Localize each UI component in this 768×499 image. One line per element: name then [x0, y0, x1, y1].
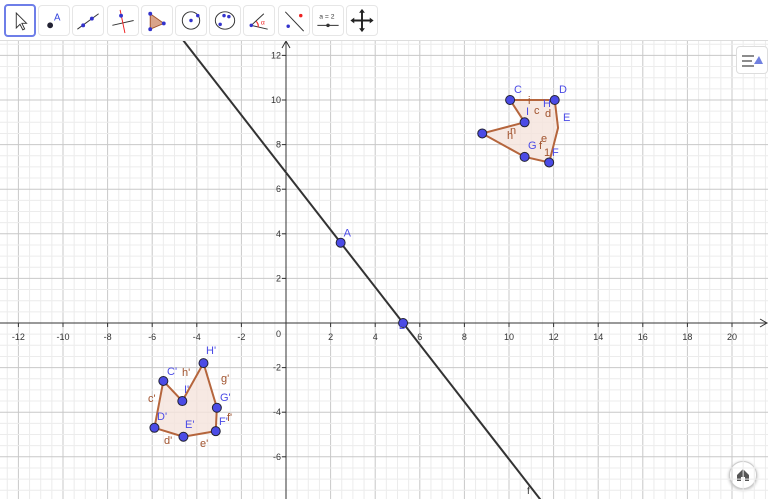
x-tick-label: 20 — [727, 332, 737, 342]
polygon-vertex-label: E — [563, 112, 570, 124]
image-polygon-edge-label: e' — [200, 438, 208, 450]
tool-reflect-line[interactable] — [277, 5, 310, 36]
vertex-point — [544, 157, 555, 168]
x-tick-label: -10 — [56, 332, 69, 342]
tool-circle-center[interactable] — [175, 5, 207, 36]
toolbar: Aα a = 2 — [0, 0, 768, 41]
x-tick-label: 16 — [638, 332, 648, 342]
point-label-A: A — [344, 228, 352, 240]
polygon-edge-label: 1 — [544, 147, 550, 159]
svg-text:A: A — [54, 13, 61, 24]
image-polygon-edge-label: h' — [182, 367, 190, 379]
x-tick-label: -4 — [193, 332, 201, 342]
point-icon: A — [47, 13, 61, 29]
polygon-edge-label: n — [510, 125, 516, 137]
svg-text:α: α — [261, 19, 265, 26]
vertex-point — [519, 151, 530, 162]
x-tick-label: -6 — [148, 332, 156, 342]
line-f-label: f — [527, 486, 530, 497]
image-polygon-vertex-label: I' — [184, 384, 189, 396]
x-tick-label: 8 — [462, 332, 467, 342]
x-tick-label: 10 — [504, 332, 514, 342]
polygon-vertex-label: C — [514, 84, 522, 96]
origin-label: 0 — [276, 329, 281, 339]
line-icon — [77, 13, 100, 30]
image-polygon-vertex-label: D' — [157, 411, 167, 423]
polygon-edge-label: c — [534, 105, 540, 117]
x-tick-label: 4 — [373, 332, 378, 342]
circle-center-icon — [181, 11, 201, 30]
image-polygon-vertex-label: F' — [219, 416, 228, 428]
x-tick-label: 2 — [328, 332, 333, 342]
reflect-line-icon — [284, 11, 304, 32]
vertex-point — [177, 396, 188, 407]
x-tick-label: 14 — [593, 332, 603, 342]
vertex-point — [211, 402, 222, 413]
y-tick-label: 12 — [271, 50, 281, 60]
y-tick-label: -4 — [273, 407, 281, 417]
y-tick-label: -2 — [273, 363, 281, 373]
image-polygon-edge-label: g' — [221, 373, 229, 385]
image-polygon-vertex-label: G' — [220, 392, 231, 404]
x-tick-label: -2 — [237, 332, 245, 342]
vertex-point — [198, 358, 209, 369]
circle-3-points-icon — [215, 11, 236, 30]
x-tick-label: -12 — [12, 332, 25, 342]
image-polygon-vertex-label: E' — [185, 419, 194, 431]
tool-angle[interactable]: α — [243, 5, 276, 36]
image-polygon-edge-label: d' — [164, 435, 172, 447]
x-tick-label: 12 — [549, 332, 559, 342]
tool-polygon[interactable] — [140, 5, 173, 36]
vertex-point — [549, 95, 560, 105]
y-tick-label: 4 — [276, 229, 281, 239]
polygon-vertex-label: I — [526, 106, 529, 118]
tool-slider[interactable]: a = 2 — [311, 5, 344, 36]
tool-circle-3-points[interactable] — [209, 5, 242, 36]
vertex-point — [149, 422, 160, 433]
slider-icon: a = 2 — [317, 14, 339, 28]
tool-move-graphics[interactable] — [346, 5, 378, 36]
polygon-vertex-label: F — [552, 147, 559, 159]
image-polygon-vertex-label: H' — [206, 345, 216, 357]
polygon-vertex-label: G — [528, 140, 537, 152]
x-tick-label: 18 — [682, 332, 692, 342]
vertex-point — [178, 431, 189, 442]
graphics-style-button[interactable] — [736, 46, 768, 74]
y-tick-label: 2 — [276, 273, 281, 283]
point-label-B: B — [399, 320, 406, 332]
y-tick-label: 10 — [271, 95, 281, 105]
polygon-vertex-label: H — [543, 98, 551, 110]
tool-line[interactable] — [72, 5, 105, 36]
tool-point[interactable]: A — [38, 5, 71, 36]
y-tick-label: 8 — [276, 140, 281, 150]
x-tick-label: 6 — [417, 332, 422, 342]
vertex-point — [505, 95, 516, 105]
tool-move[interactable] — [4, 4, 36, 37]
polygon-vertex-label: D — [559, 84, 567, 96]
move-graphics-icon — [350, 8, 374, 33]
angle-icon: α — [249, 13, 269, 30]
y-tick-label: -6 — [273, 452, 281, 462]
tool-perpendicular-line[interactable] — [106, 5, 139, 36]
perpendicular-line-icon — [111, 9, 134, 34]
image-polygon-vertex-label: C' — [167, 366, 177, 378]
polygon-icon — [148, 11, 166, 32]
vertex-point — [477, 128, 488, 139]
vertex-point — [519, 117, 530, 128]
style-bar-icon — [742, 55, 763, 67]
y-tick-label: 6 — [276, 184, 281, 194]
svg-text:a = 2: a = 2 — [319, 14, 334, 21]
image-polygon-edge-label: c' — [148, 393, 156, 405]
x-tick-label: -8 — [104, 332, 112, 342]
vertex-point — [210, 426, 221, 437]
move-icon — [15, 11, 28, 31]
graphics-view[interactable]: -12 -10 -8 -6 -4 -2 2 4 6 8 10 12 14 16 18 2012108642-2… — [0, 40, 768, 499]
